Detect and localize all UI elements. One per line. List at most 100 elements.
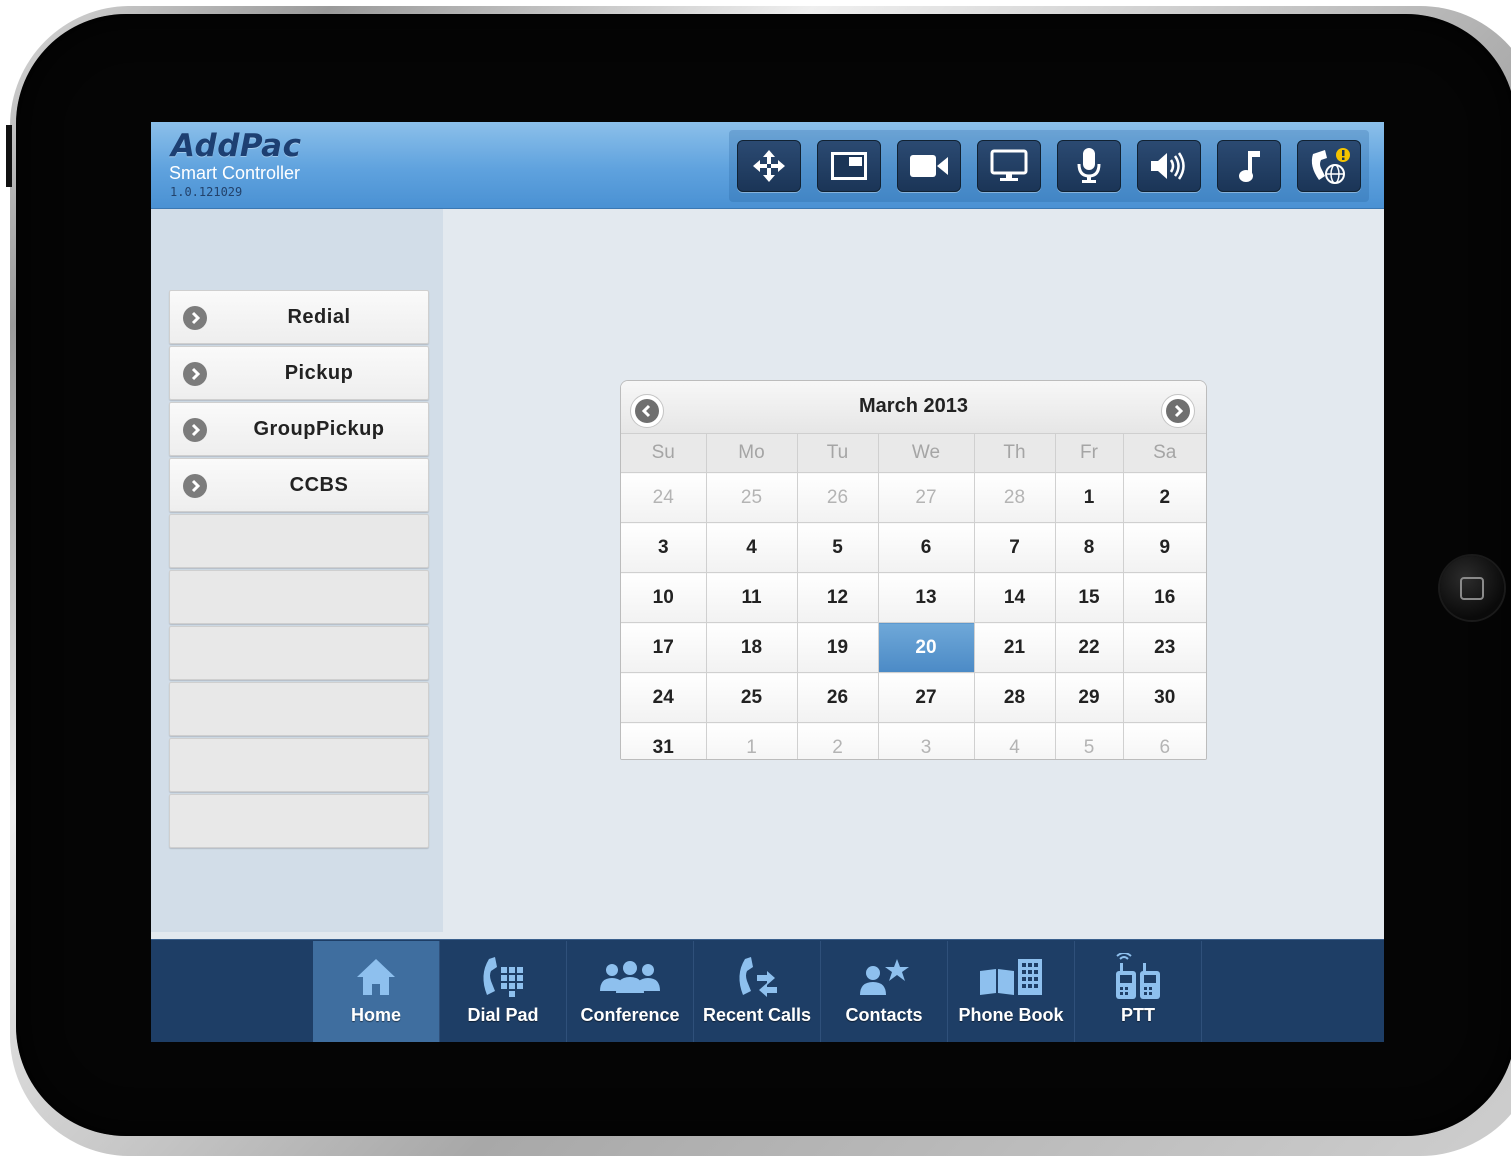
nav-phone-book[interactable]: Phone Book bbox=[948, 941, 1075, 1042]
list-item-label: Pickup bbox=[284, 362, 354, 384]
nav-contacts[interactable]: Contacts bbox=[821, 941, 948, 1042]
nav-label: Phone Book bbox=[958, 1005, 1064, 1025]
arrow-right-circle-icon bbox=[183, 418, 207, 442]
next-month-button[interactable] bbox=[1161, 394, 1195, 428]
nav-conference[interactable]: Conference bbox=[567, 941, 694, 1042]
calendar-day[interactable]: 6 bbox=[877, 522, 975, 573]
pip-button[interactable] bbox=[809, 130, 889, 202]
music-note-icon bbox=[1239, 151, 1260, 182]
contacts-icon bbox=[860, 959, 909, 995]
calendar-day[interactable]: 4 bbox=[705, 522, 798, 573]
calendar-day[interactable]: 27 bbox=[877, 672, 975, 723]
picture-in-picture-icon bbox=[831, 152, 867, 180]
calendar-day[interactable]: 26 bbox=[796, 472, 879, 523]
monitor-icon bbox=[990, 149, 1028, 181]
calendar-day[interactable]: 23 bbox=[1122, 622, 1206, 673]
nav-ptt[interactable]: PTT bbox=[1075, 941, 1202, 1042]
monitor-button[interactable] bbox=[969, 130, 1049, 202]
move-arrows-icon bbox=[753, 150, 785, 182]
calendar-day[interactable]: 2 bbox=[1122, 472, 1206, 523]
move-button[interactable] bbox=[729, 130, 809, 202]
left-panel: Redial Pickup GroupPickup CCBS bbox=[151, 209, 443, 932]
calendar-day[interactable]: 2 bbox=[796, 722, 879, 759]
calendar-week-row: 17 18 19 20 21 22 23 bbox=[621, 622, 1206, 673]
side-button bbox=[6, 125, 12, 187]
brand-logo: AddPac bbox=[171, 128, 302, 164]
calendar-day[interactable]: 19 bbox=[796, 622, 879, 673]
calendar-day[interactable]: 4 bbox=[973, 722, 1056, 759]
weekday-header: Fr bbox=[1054, 434, 1124, 473]
ptt-icon bbox=[1116, 953, 1160, 999]
calendar-day[interactable]: 24 bbox=[621, 672, 707, 723]
phone-network-button[interactable] bbox=[1289, 130, 1369, 202]
microphone-button[interactable] bbox=[1049, 130, 1129, 202]
calendar-week-row: 24 25 26 27 28 1 2 bbox=[621, 472, 1206, 523]
calendar-day[interactable]: 1 bbox=[1054, 472, 1124, 523]
calendar-day[interactable]: 25 bbox=[705, 472, 798, 523]
app-subtitle: Smart Controller bbox=[169, 163, 301, 183]
calendar-day[interactable]: 7 bbox=[973, 522, 1056, 573]
list-item-grouppickup[interactable]: GroupPickup bbox=[169, 402, 429, 456]
calendar-day[interactable]: 12 bbox=[796, 572, 879, 623]
calendar-day[interactable]: 18 bbox=[705, 622, 798, 673]
nav-recent-calls[interactable]: Recent Calls bbox=[694, 941, 821, 1042]
calendar-day[interactable]: 14 bbox=[973, 572, 1056, 623]
arrow-right-circle-icon bbox=[183, 362, 207, 386]
calendar-day[interactable]: 9 bbox=[1122, 522, 1206, 573]
list-item-ccbs[interactable]: CCBS bbox=[169, 458, 429, 512]
calendar-day[interactable]: 28 bbox=[973, 472, 1056, 523]
app-header: AddPac Smart Controller 1.0.121029 bbox=[151, 122, 1384, 209]
list-item-empty bbox=[169, 514, 429, 568]
arrow-right-circle-icon bbox=[183, 306, 207, 330]
calendar-day[interactable]: 28 bbox=[973, 672, 1056, 723]
nav-dial-pad[interactable]: Dial Pad bbox=[440, 941, 567, 1042]
calendar-day[interactable]: 15 bbox=[1054, 572, 1124, 623]
calendar-day[interactable]: 26 bbox=[796, 672, 879, 723]
calendar-day[interactable]: 30 bbox=[1122, 672, 1206, 723]
list-item-label: GroupPickup bbox=[253, 418, 385, 440]
calendar-day[interactable]: 25 bbox=[705, 672, 798, 723]
home-hardware-button[interactable] bbox=[1440, 556, 1504, 620]
calendar-day[interactable]: 17 bbox=[621, 622, 707, 673]
video-button[interactable] bbox=[889, 130, 969, 202]
calendar-day[interactable]: 31 bbox=[621, 722, 707, 759]
nav-label: Dial Pad bbox=[467, 1005, 539, 1025]
calendar-day[interactable]: 5 bbox=[1054, 722, 1124, 759]
nav-label: Conference bbox=[580, 1005, 680, 1025]
list-item-pickup[interactable]: Pickup bbox=[169, 346, 429, 400]
calendar-day-selected[interactable]: 20 bbox=[877, 622, 975, 673]
calendar-day[interactable]: 5 bbox=[796, 522, 879, 573]
calendar-week-row: 31 1 2 3 4 5 6 bbox=[621, 722, 1206, 759]
list-item-empty bbox=[169, 682, 429, 736]
list-item-empty bbox=[169, 570, 429, 624]
calendar-day[interactable]: 11 bbox=[705, 572, 798, 623]
arrow-right-circle-icon bbox=[183, 474, 207, 498]
calendar-week-row: 10 11 12 13 14 15 16 bbox=[621, 572, 1206, 623]
calendar-day[interactable]: 3 bbox=[621, 522, 707, 573]
calendar-day[interactable]: 24 bbox=[621, 472, 707, 523]
nav-label: Recent Calls bbox=[702, 1005, 812, 1025]
calendar-day[interactable]: 3 bbox=[877, 722, 975, 759]
music-button[interactable] bbox=[1209, 130, 1289, 202]
nav-home[interactable]: Home bbox=[313, 941, 440, 1042]
microphone-icon bbox=[1077, 148, 1101, 183]
calendar-day[interactable]: 22 bbox=[1054, 622, 1124, 673]
calendar-day[interactable]: 10 bbox=[621, 572, 707, 623]
list-item-redial[interactable]: Redial bbox=[169, 290, 429, 344]
weekday-row: Su Mo Tu We Th Fr Sa bbox=[621, 434, 1206, 473]
calendar-day[interactable]: 21 bbox=[973, 622, 1056, 673]
calendar-day[interactable]: 6 bbox=[1122, 722, 1206, 759]
speaker-button[interactable] bbox=[1129, 130, 1209, 202]
dial-pad-icon bbox=[483, 957, 523, 997]
calendar-grid: Su Mo Tu We Th Fr Sa 24 25 26 27 28 1 2 3 4 5 6 7 8 9… bbox=[621, 434, 1206, 759]
calendar-day[interactable]: 27 bbox=[877, 472, 975, 523]
calendar-day[interactable]: 13 bbox=[877, 572, 975, 623]
calendar-day[interactable]: 1 bbox=[705, 722, 798, 759]
app-version: 1.0.121029 bbox=[170, 185, 243, 199]
weekday-header: Tu bbox=[796, 434, 879, 473]
calendar-day[interactable]: 8 bbox=[1054, 522, 1124, 573]
calendar-day[interactable]: 29 bbox=[1054, 672, 1124, 723]
weekday-header: Mo bbox=[705, 434, 798, 473]
calendar-days: 24 25 26 27 28 1 2 3 4 5 6 7 8 9 10 11 12 13 14 15 16 17 18 19 2… bbox=[621, 472, 1206, 759]
calendar-day[interactable]: 16 bbox=[1122, 572, 1206, 623]
